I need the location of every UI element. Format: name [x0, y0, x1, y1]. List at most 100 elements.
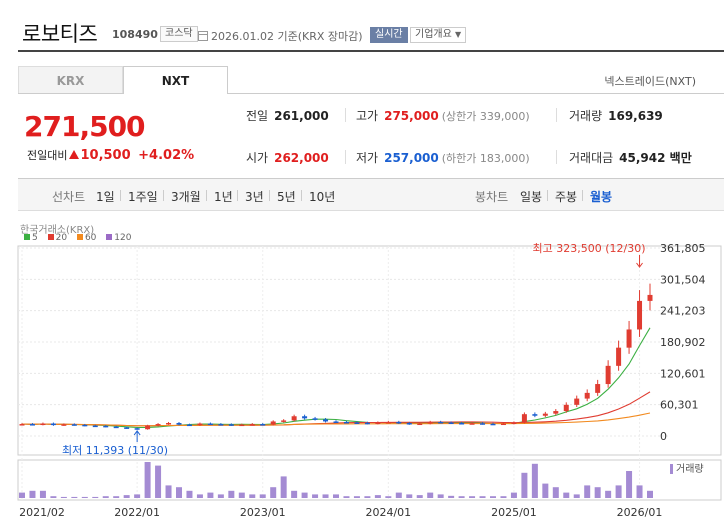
candle-body [71, 424, 77, 426]
period-10y[interactable]: 10년 [309, 188, 335, 205]
volume-bar [123, 495, 130, 498]
candle-body [459, 423, 465, 425]
candle-body [29, 424, 35, 426]
volume-bar [50, 496, 57, 498]
volume-bar [584, 485, 591, 498]
line-chart-label: 선차트 [52, 190, 86, 204]
candle-body [647, 294, 653, 301]
period-3y[interactable]: 3년 [245, 188, 264, 205]
volume-bar [573, 494, 580, 498]
y-tick-label: 120,601 [660, 367, 706, 380]
volume-bar [176, 487, 182, 498]
volume-bar [427, 492, 434, 498]
volume-bar [81, 496, 88, 498]
candle-body [605, 365, 611, 385]
volume-bar [343, 496, 350, 498]
candle-body [207, 423, 213, 426]
volume-bar [364, 496, 371, 498]
candle-body [124, 427, 130, 429]
realtime-button[interactable]: 실시간 [370, 27, 408, 43]
volume-bar [353, 496, 360, 498]
date-value: 2026.01.02 [211, 30, 274, 43]
candle-monthly[interactable]: 월봉 [590, 188, 612, 205]
candle-body [270, 421, 276, 425]
x-tick-label: 2023/01 [240, 506, 286, 519]
candle-body [228, 424, 234, 426]
volume-bar [165, 485, 172, 498]
x-tick-label: 2026/01 [617, 506, 663, 519]
candle-body [40, 423, 46, 426]
volume-bar [626, 471, 633, 498]
stat-low: 저가 257,000 (하한가 183,000) [356, 149, 530, 166]
volume-bar [448, 495, 455, 498]
period-toolbar: 선차트 1일 1주일 3개월 1년 3년 5년 10년 봉차트 일봉 주봉 월봉 [18, 178, 724, 211]
volume-bar [280, 476, 287, 498]
period-1d[interactable]: 1일 [96, 188, 115, 205]
period-5y[interactable]: 5년 [277, 188, 296, 205]
company-info-label: 기업개요 [415, 29, 452, 40]
candle-body [448, 422, 454, 424]
volume-bar [636, 485, 643, 498]
change-label: 전일대비 [27, 149, 68, 162]
period-3m[interactable]: 3개월 [171, 188, 201, 205]
candle-chart-label: 봉차트 [475, 190, 509, 204]
volume-bar [92, 496, 99, 498]
volume-bar [102, 496, 109, 498]
caret-down-icon: ▼ [455, 30, 462, 39]
stat-amount: 거래대금 45,942 백만 [569, 149, 692, 166]
upper-limit: (상한가 339,000) [441, 110, 530, 123]
y-tick-label: 60,301 [660, 399, 699, 412]
stat-value: 275,000 [384, 109, 439, 123]
stat-open: 시가 262,000 [246, 149, 329, 166]
volume-bar [510, 492, 517, 498]
period-1w[interactable]: 1주일 [128, 188, 158, 205]
y-tick-label: 361,805 [660, 242, 706, 255]
candle-body [239, 424, 245, 427]
quote-date: 2026.01.02 기준(KRX 장마감) [198, 28, 363, 44]
volume-bar [333, 494, 339, 498]
change-percent: +4.02% [138, 148, 195, 163]
volume-bar [437, 494, 444, 498]
x-tick-label: 2025/01 [491, 506, 537, 519]
candle-body [406, 423, 412, 425]
candle-body [218, 424, 224, 426]
volume-bar [458, 496, 465, 498]
candle-daily[interactable]: 일봉 [520, 188, 542, 205]
volume-bar [521, 472, 528, 498]
volume-bar [228, 490, 235, 498]
volume-bar [395, 492, 402, 498]
volume-bar [479, 496, 486, 498]
stat-high: 고가 275,000 (상한가 339,000) [356, 107, 530, 124]
company-info-dropdown[interactable]: 기업개요 ▼ [410, 27, 467, 43]
volume-bar [385, 496, 392, 498]
volume-bar [500, 496, 507, 498]
candle-body [584, 392, 590, 399]
candle-body [323, 419, 329, 422]
volume-bar [374, 495, 381, 498]
candle-body [155, 424, 161, 426]
candle-body [521, 414, 527, 423]
candle-body [166, 423, 172, 425]
stat-label: 시가 [246, 151, 269, 165]
candle-body [145, 425, 151, 430]
volume-bar [270, 487, 277, 498]
exchange-tabs: KRX NXT [18, 66, 228, 94]
stock-chart[interactable]: 361,805 301,504 241,203 180,902 120,601 60,30… [0, 240, 724, 529]
candle-body [511, 422, 517, 424]
stat-label: 거래대금 [569, 151, 614, 165]
candle-weekly[interactable]: 주봉 [555, 188, 577, 205]
candle-body [364, 422, 370, 425]
volume-bar [134, 494, 141, 498]
period-1y[interactable]: 1년 [214, 188, 233, 205]
stat-value: 169,639 [608, 109, 663, 123]
volume-bar [238, 492, 245, 498]
tab-krx[interactable]: KRX [18, 66, 123, 94]
y-tick-label: 301,504 [660, 273, 706, 286]
nxt-link[interactable]: 넥스트레이드(NXT) [604, 73, 696, 89]
candle-body [417, 423, 423, 426]
volume-bar [542, 483, 549, 498]
candle-body [500, 423, 506, 426]
volume-bar [291, 490, 298, 498]
divider [345, 150, 346, 164]
tab-nxt[interactable]: NXT [123, 66, 228, 94]
